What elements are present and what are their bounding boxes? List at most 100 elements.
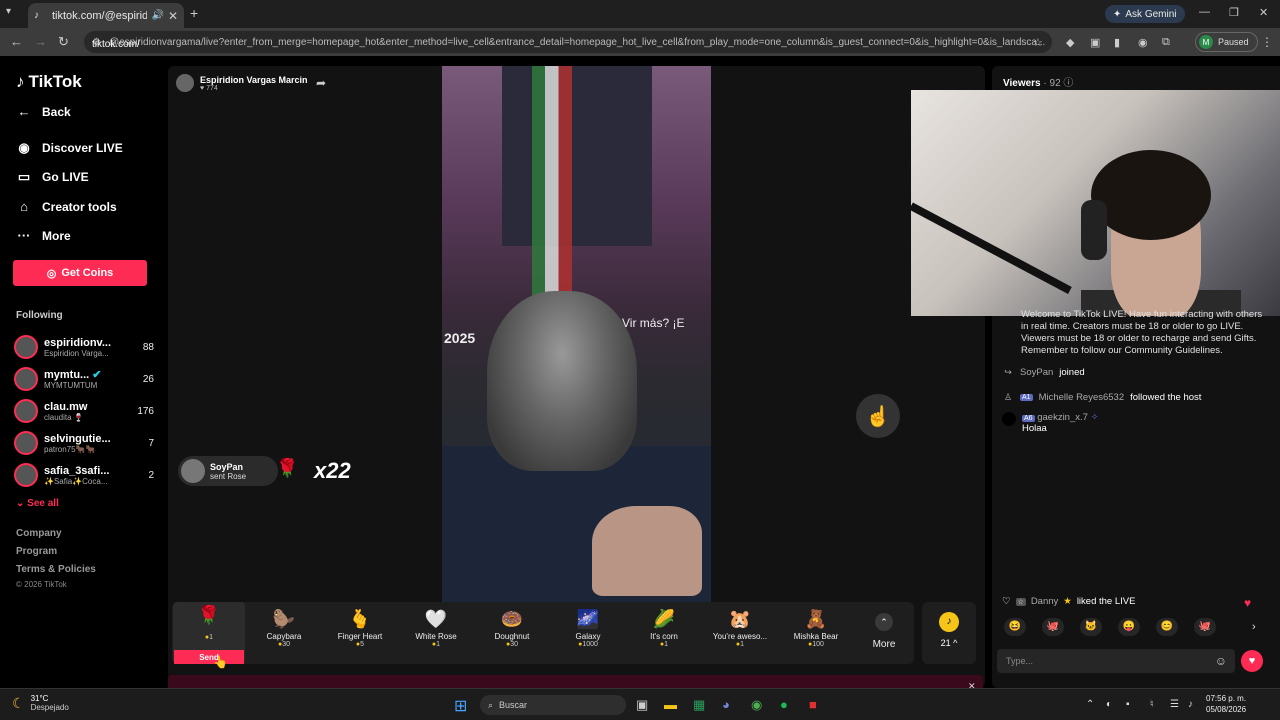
like-heart-button[interactable]: ♥ bbox=[1241, 650, 1263, 672]
task-view-icon[interactable]: ▣ bbox=[636, 697, 648, 713]
info-icon[interactable]: ⓘ bbox=[1063, 78, 1073, 89]
tray-chevron-icon[interactable]: ⌃ bbox=[1086, 699, 1094, 710]
live-video[interactable]: 2025 Vir más? ¡E bbox=[442, 66, 711, 604]
extension-icon[interactable]: ◆ bbox=[1066, 36, 1074, 49]
search-placeholder: Buscar bbox=[499, 700, 528, 710]
chat-username[interactable]: gaekzin_x.7 bbox=[1037, 412, 1088, 423]
emoji-laugh-icon[interactable]: 😆 bbox=[1004, 618, 1026, 636]
tray-app-icon[interactable]: ◐ bbox=[1106, 699, 1112, 710]
footer-link-program[interactable]: Program bbox=[16, 546, 57, 557]
reload-icon[interactable]: ↻ bbox=[58, 34, 69, 50]
ask-gemini-button[interactable]: ✦ Ask Gemini bbox=[1105, 5, 1185, 23]
viewer-count: 88 bbox=[142, 341, 154, 353]
back-nav-icon[interactable]: ← bbox=[10, 34, 23, 49]
host-info[interactable]: Espiridion Vargas Marcin ♥ 774 bbox=[176, 74, 308, 92]
close-tab-icon[interactable]: ✕ bbox=[168, 9, 178, 23]
emoji-tongue-icon[interactable]: 😛 bbox=[1118, 618, 1140, 636]
wifi-icon[interactable]: ☰ bbox=[1170, 699, 1179, 710]
nav-creator-tools[interactable]: ⌂ Creator tools bbox=[16, 199, 117, 214]
profile-paused-button[interactable]: M Paused bbox=[1195, 32, 1258, 52]
get-coins-button[interactable]: ◎ Get Coins bbox=[13, 260, 147, 286]
tab-list-icon[interactable]: ▾ bbox=[6, 6, 11, 17]
gift-white-rose[interactable]: 🤍 White Rose ●1 bbox=[400, 606, 472, 662]
share-icon[interactable]: ➦ bbox=[316, 76, 326, 90]
nav-go-live[interactable]: ▭ Go LIVE bbox=[16, 169, 89, 185]
following-item[interactable]: safia_3safi... ✨Safia✨Coca... 2 bbox=[14, 461, 154, 489]
coin-balance: 21 bbox=[940, 638, 951, 648]
chevron-down-icon: ⌄ bbox=[16, 498, 25, 509]
discord-icon[interactable]: ◕ bbox=[722, 697, 730, 712]
gift-capybara[interactable]: 🦫 Capybara ●30 bbox=[248, 606, 320, 662]
app-icon[interactable]: ■ bbox=[809, 697, 817, 712]
lightbulb-icon: ⌂ bbox=[20, 199, 28, 214]
chat-username[interactable]: Michelle Reyes6532 bbox=[1039, 392, 1125, 403]
chevron-right-icon[interactable]: › bbox=[1252, 621, 1256, 633]
emoji-blush-icon[interactable]: 😊 bbox=[1156, 618, 1178, 636]
tiktok-logo[interactable]: ♪ TikTok bbox=[16, 72, 82, 92]
video-figure bbox=[487, 291, 637, 471]
browser-tab[interactable]: ♪ tiktok.com/@espiridionvarg 🔊 ✕ bbox=[28, 3, 184, 28]
url-field[interactable]: ⚙ tiktok.com/ @espiridionvargama/live?en… bbox=[84, 31, 1052, 53]
following-item[interactable]: mymtu... ✔ MYMTUMTUM 26 bbox=[14, 365, 154, 393]
chat-username[interactable]: Danny bbox=[1031, 596, 1058, 607]
capybara-gift-icon: 🦫 bbox=[272, 609, 296, 629]
audio-icon[interactable]: 🔊 bbox=[151, 10, 163, 21]
gift-mishka-bear[interactable]: 🧸 Mishka Bear ●100 bbox=[780, 606, 852, 662]
nav-more[interactable]: ··· More bbox=[16, 228, 71, 243]
excel-icon[interactable]: ▦ bbox=[693, 697, 705, 713]
extension-icon[interactable]: ▮ bbox=[1114, 36, 1120, 49]
gift-finger-heart[interactable]: 🫰 Finger Heart ●5 bbox=[324, 606, 396, 662]
extensions-puzzle-icon[interactable]: ⧉ bbox=[1162, 36, 1170, 49]
bookmark-star-icon[interactable]: ☆ bbox=[1033, 36, 1043, 49]
nav-discover-live[interactable]: ◉ Discover LIVE bbox=[16, 140, 122, 156]
windows-start-icon[interactable]: ⊞ bbox=[454, 696, 467, 716]
bear-gift-icon: 🧸 bbox=[804, 609, 828, 629]
gift-its-corn[interactable]: 🌽 It's corn ●1 bbox=[628, 606, 700, 662]
gift-rose[interactable]: 🌹 ●1 Send bbox=[173, 602, 245, 664]
chat-username[interactable]: SoyPan bbox=[1020, 367, 1053, 378]
emoji-more-icon[interactable]: 🐙 bbox=[1194, 618, 1216, 636]
restore-icon[interactable]: ❐ bbox=[1229, 6, 1239, 19]
coin-balance-button[interactable]: ♪ 21 ^ bbox=[922, 602, 976, 664]
mexico-flag bbox=[532, 66, 572, 306]
more-gifts-button[interactable]: ⌃ More bbox=[856, 613, 912, 650]
nav-back[interactable]: ← Back bbox=[16, 104, 71, 119]
translate-icon[interactable]: ▣ bbox=[1090, 36, 1100, 49]
footer-link-terms[interactable]: Terms & Policies bbox=[16, 564, 96, 575]
footer-link-company[interactable]: Company bbox=[16, 528, 62, 539]
level-badge: A6 bbox=[1022, 415, 1035, 422]
new-tab-icon[interactable]: + bbox=[190, 5, 198, 21]
file-explorer-icon[interactable]: ▬ bbox=[664, 697, 677, 712]
emoji-picker-icon[interactable]: ☺ bbox=[1215, 654, 1227, 668]
tray-app-icon[interactable]: ▪ bbox=[1126, 699, 1130, 710]
spotify-icon[interactable]: ● bbox=[780, 697, 788, 712]
emoji-octopus-icon[interactable]: 🐙 bbox=[1042, 618, 1064, 636]
browser-menu-icon[interactable]: ⋮ bbox=[1261, 35, 1273, 49]
chat-input[interactable]: Type... ☺ bbox=[997, 649, 1235, 673]
avatar[interactable] bbox=[1002, 412, 1016, 426]
chrome-icon[interactable]: ◉ bbox=[751, 697, 762, 713]
close-window-icon[interactable]: ✕ bbox=[1259, 6, 1268, 19]
dots-icon: ··· bbox=[17, 228, 31, 243]
send-gift-button[interactable]: Send bbox=[174, 650, 244, 664]
promo-banner[interactable] bbox=[168, 675, 983, 688]
gift-doughnut[interactable]: 🍩 Doughnut ●30 bbox=[476, 606, 548, 662]
tap-hand-icon[interactable]: ☝ bbox=[856, 394, 900, 438]
viewers-header[interactable]: Viewers · 92 ⓘ bbox=[1003, 74, 1073, 89]
microphone-icon[interactable]: ♮ bbox=[1150, 699, 1154, 710]
emoji-cat-icon[interactable]: 🐱 bbox=[1080, 618, 1102, 636]
gift-galaxy[interactable]: 🌌 Galaxy ●1000 bbox=[552, 606, 624, 662]
following-item[interactable]: clau.mw claudita 🍷 176 bbox=[14, 397, 154, 425]
gift-youre-awesome[interactable]: 🐹 You're aweso... ●1 bbox=[704, 606, 776, 662]
extension-icon[interactable]: ◉ bbox=[1138, 36, 1148, 49]
level-number: 1 bbox=[1026, 394, 1031, 401]
volume-icon[interactable]: ♪ bbox=[1188, 699, 1193, 710]
following-item[interactable]: selvingutie... patron75🐂🐂 7 bbox=[14, 429, 154, 457]
see-all-link[interactable]: ⌄ See all bbox=[16, 498, 59, 509]
forward-nav-icon[interactable]: → bbox=[34, 34, 47, 49]
taskbar-search[interactable]: ⌕ Buscar bbox=[480, 695, 626, 715]
weather-widget[interactable]: ☾ 31°C Despejado bbox=[12, 694, 69, 712]
following-item[interactable]: espiridionv... Espiridion Varga... 88 bbox=[14, 333, 154, 361]
taskbar-clock[interactable]: 07:56 p. m. 05/08/2026 bbox=[1206, 693, 1246, 715]
minimize-icon[interactable]: — bbox=[1199, 6, 1210, 18]
